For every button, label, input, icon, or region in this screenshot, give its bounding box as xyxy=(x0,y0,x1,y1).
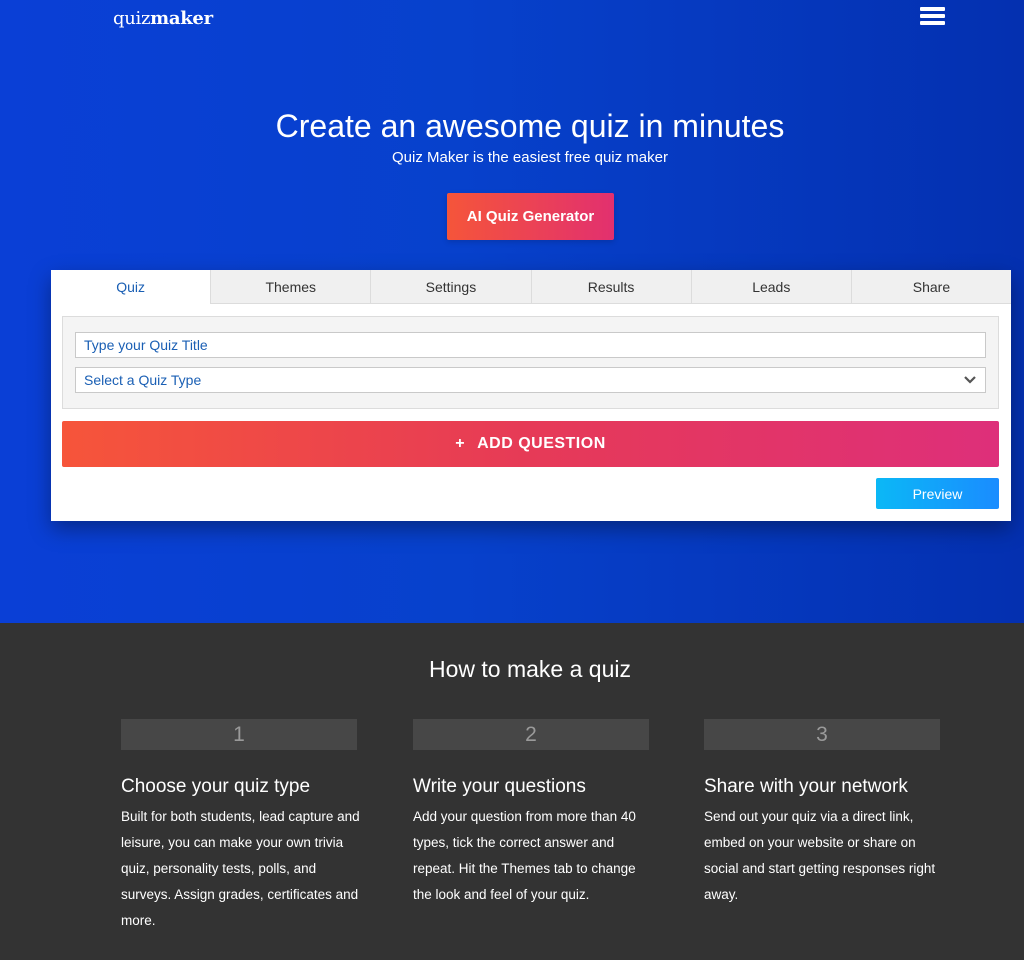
tab-share[interactable]: Share xyxy=(850,270,1012,304)
quiz-title-input[interactable] xyxy=(75,332,986,358)
step-title: Share with your network xyxy=(704,776,908,797)
step-title: Write your questions xyxy=(413,776,586,797)
step-number: 1 xyxy=(121,719,357,750)
add-question-button[interactable]: + ADD QUESTION xyxy=(62,421,999,467)
hero-title: Create an awesome quiz in minutes xyxy=(275,108,785,144)
hamburger-bar xyxy=(920,21,945,25)
hero-subtitle: Quiz Maker is the easiest free quiz make… xyxy=(392,149,668,166)
tab-leads[interactable]: Leads xyxy=(690,270,851,304)
step-card: 3 Share with your network Send out your … xyxy=(704,719,940,908)
hamburger-bar xyxy=(920,14,945,18)
step-description: Built for both students, lead capture an… xyxy=(121,809,360,928)
tab-results[interactable]: Results xyxy=(530,270,691,304)
step-card: 2 Write your questions Add your question… xyxy=(413,719,649,908)
step-number: 2 xyxy=(413,719,649,750)
quiz-type-select[interactable]: Select a Quiz Type xyxy=(75,367,986,393)
preview-button[interactable]: Preview xyxy=(876,478,999,509)
quiz-setup-form: Select a Quiz Type xyxy=(62,316,999,409)
hamburger-bar xyxy=(920,7,945,11)
tab-settings[interactable]: Settings xyxy=(370,270,531,304)
add-question-label: ADD QUESTION xyxy=(477,435,606,452)
hamburger-icon[interactable] xyxy=(920,7,945,27)
quiz-editor-card: Quiz Themes Settings Results Leads Share… xyxy=(51,270,1012,521)
tab-quiz[interactable]: Quiz xyxy=(51,270,211,304)
step-title: Choose your quiz type xyxy=(121,776,311,797)
step-description: Add your question from more than 40 type… xyxy=(413,809,636,902)
step-card: 1 Choose your quiz type Built for both s… xyxy=(121,719,360,934)
ai-quiz-generator-button[interactable]: AI Quiz Generator xyxy=(447,193,614,240)
how-to-title: How to make a quiz xyxy=(429,656,631,682)
quiz-type-selected-value: Select a Quiz Type xyxy=(84,372,202,388)
logo-bold-text: maker xyxy=(150,8,213,29)
tab-themes[interactable]: Themes xyxy=(210,270,371,304)
logo[interactable]: quizmaker xyxy=(113,8,213,29)
editor-tabs: Quiz Themes Settings Results Leads Share xyxy=(51,270,1012,304)
hero-section: quizmaker Create an awesome quiz in minu… xyxy=(0,0,1024,623)
logo-light-text: quiz xyxy=(113,8,151,29)
plus-icon: + xyxy=(455,435,466,452)
chevron-down-icon xyxy=(964,376,976,384)
step-number: 3 xyxy=(704,719,940,750)
step-description: Send out your quiz via a direct link, em… xyxy=(704,809,936,902)
